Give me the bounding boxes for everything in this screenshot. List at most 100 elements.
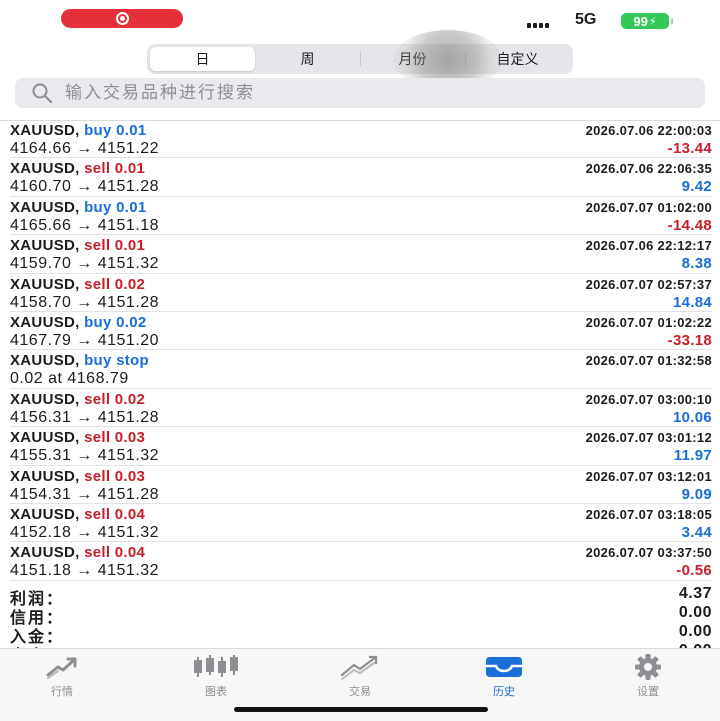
- order-side: sell: [84, 237, 111, 255]
- search-bar[interactable]: [15, 78, 705, 108]
- order-volume: 0.02: [114, 390, 146, 408]
- tab-week[interactable]: 周: [255, 47, 360, 71]
- order-profit: 8.38: [681, 255, 712, 273]
- history-icon: [486, 657, 522, 677]
- symbol: XAUUSD,: [10, 313, 80, 331]
- order-volume: stop: [116, 352, 149, 370]
- order-title: XAUUSD, sell 0.04: [10, 544, 145, 561]
- search-icon: [32, 83, 53, 104]
- order-time: 2026.07.07 02:57:37: [585, 276, 712, 292]
- order-volume: 0.04: [114, 544, 146, 562]
- order-time: 2026.07.07 03:01:12: [585, 430, 712, 446]
- list-item[interactable]: XAUUSD, buy stop 0.02 at 4168.79 2026.07.0…: [10, 350, 712, 389]
- price-range: 0.02 at 4168.79: [10, 370, 129, 388]
- order-title: XAUUSD, sell 0.03: [10, 429, 145, 446]
- price-range: 4151.18 → 4151.32: [10, 562, 160, 580]
- order-title: XAUUSD, sell 0.04: [10, 506, 145, 523]
- summary-value: 4.37: [678, 585, 712, 602]
- order-time: 2026.07.07 03:18:05: [585, 506, 712, 522]
- list-item[interactable]: XAUUSD, sell 0.02 4156.31 → 4151.28 2026.0…: [10, 389, 712, 428]
- order-volume: 0.02: [116, 313, 147, 331]
- list-item[interactable]: XAUUSD, buy 0.01 4165.66 → 4151.18 2026.07…: [10, 197, 712, 236]
- price-range: 4154.31 → 4151.28: [10, 485, 160, 503]
- order-side: buy: [84, 122, 112, 139]
- account-summary: 利润：4.37信用：0.00入金：0.00出金：0.00: [0, 585, 720, 649]
- order-time: 2026.07.06 22:00:03: [585, 123, 712, 138]
- symbol: XAUUSD,: [10, 429, 80, 447]
- tab-day[interactable]: 日: [150, 47, 255, 71]
- summary-value: 0.00: [678, 604, 712, 621]
- symbol: XAUUSD,: [10, 160, 80, 178]
- tab-history[interactable]: 历史: [459, 653, 549, 699]
- symbol: XAUUSD,: [10, 505, 80, 523]
- order-volume: 0.01: [114, 160, 146, 178]
- list-item[interactable]: XAUUSD, sell 0.04 4151.18 → 4151.32 2026.0…: [10, 542, 712, 581]
- search-input[interactable]: [63, 82, 667, 104]
- order-profit: 9.42: [681, 178, 712, 196]
- order-time: 2026.07.07 03:00:10: [585, 391, 712, 407]
- network-type: 5G: [575, 11, 597, 28]
- trade-icon: [340, 655, 378, 680]
- order-time: 2026.07.06 22:06:35: [585, 161, 712, 177]
- battery-icon: 99 ⚡: [621, 13, 673, 29]
- tab-charts[interactable]: 图表: [171, 653, 261, 699]
- list-item[interactable]: XAUUSD, sell 0.03 4155.31 → 4151.32 2026.0…: [10, 427, 712, 466]
- list-item[interactable]: XAUUSD, sell 0.03 4154.31 → 4151.28 2026.0…: [10, 466, 712, 504]
- list-item[interactable]: XAUUSD, buy 0.01 4164.66 → 4151.22 2026.07…: [10, 120, 712, 159]
- order-side: sell: [84, 429, 111, 447]
- quotes-icon: [46, 657, 77, 679]
- settings-icon: [635, 654, 661, 680]
- order-side: sell: [84, 160, 111, 178]
- list-item[interactable]: XAUUSD, sell 0.04 4152.18 → 4151.32 2026.0…: [10, 504, 712, 543]
- order-volume: 0.01: [116, 198, 147, 216]
- price-range: 4158.70 → 4151.28: [10, 293, 160, 311]
- order-time: 2026.07.07 01:32:58: [585, 353, 712, 369]
- symbol: XAUUSD,: [10, 237, 80, 255]
- order-title: XAUUSD, sell 0.03: [10, 468, 145, 485]
- order-volume: 0.03: [114, 467, 146, 485]
- tab-month[interactable]: 月份: [360, 47, 465, 71]
- list-item[interactable]: XAUUSD, sell 0.01 4159.70 → 4151.32 2026.0…: [10, 235, 712, 274]
- order-side: buy: [84, 313, 112, 331]
- list-item[interactable]: XAUUSD, sell 0.01 4160.70 → 4151.28 2026.0…: [10, 158, 712, 197]
- order-title: XAUUSD, buy stop: [10, 352, 149, 369]
- symbol: XAUUSD,: [10, 122, 80, 139]
- screen-recording-indicator[interactable]: [61, 9, 183, 28]
- order-profit: 14.84: [672, 293, 712, 311]
- cellular-signal-icon: [527, 14, 549, 28]
- price-range: 4167.79 → 4151.20: [10, 331, 160, 349]
- order-side: sell: [84, 275, 111, 293]
- order-title: XAUUSD, sell 0.01: [10, 237, 145, 254]
- order-volume: 0.01: [116, 122, 147, 139]
- symbol: XAUUSD,: [10, 467, 80, 485]
- tab-trade[interactable]: 交易: [315, 653, 405, 699]
- list-item[interactable]: XAUUSD, sell 0.02 4158.70 → 4151.28 2026.0…: [10, 274, 712, 312]
- summary-row: 信用： 0.00: [10, 604, 712, 627]
- period-selector: 日 周 月份 自定义: [147, 44, 573, 74]
- symbol: XAUUSD,: [10, 198, 80, 216]
- order-volume: 0.02: [114, 275, 146, 293]
- tab-quotes[interactable]: 行情: [17, 653, 107, 699]
- tab-custom[interactable]: 自定义: [465, 47, 570, 71]
- order-title: XAUUSD, sell 0.02: [10, 391, 145, 408]
- chart-icon: [194, 655, 238, 677]
- symbol: XAUUSD,: [10, 544, 80, 562]
- summary-row: 入金： 0.00: [10, 623, 712, 646]
- symbol: XAUUSD,: [10, 390, 80, 408]
- order-title: XAUUSD, buy 0.01: [10, 122, 147, 139]
- order-time: 2026.07.07 01:02:22: [585, 314, 712, 330]
- symbol: XAUUSD,: [10, 352, 80, 370]
- record-icon: [115, 12, 129, 25]
- price-range: 4164.66 → 4151.22: [10, 140, 160, 157]
- order-time: 2026.07.07 01:02:00: [585, 199, 712, 215]
- order-profit: 9.09: [681, 485, 712, 503]
- symbol: XAUUSD,: [10, 275, 80, 293]
- order-side: buy: [84, 198, 112, 216]
- tab-settings[interactable]: 设置: [603, 653, 693, 699]
- list-item[interactable]: XAUUSD, buy 0.02 4167.79 → 4151.20 2026.07…: [10, 312, 712, 351]
- order-title: XAUUSD, buy 0.02: [10, 314, 147, 331]
- tab-label: 历史: [493, 685, 515, 698]
- order-title: XAUUSD, sell 0.02: [10, 276, 145, 293]
- summary-value: 0.00: [678, 623, 712, 640]
- price-range: 4156.31 → 4151.28: [10, 408, 160, 426]
